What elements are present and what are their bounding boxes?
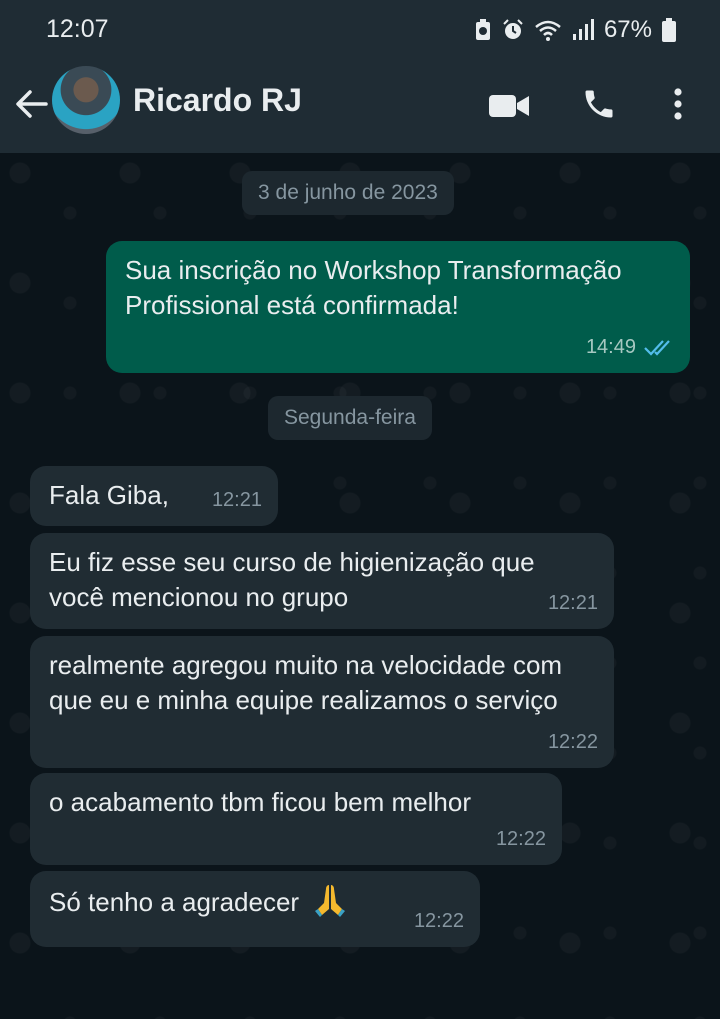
- message-meta: 12:22: [496, 822, 546, 857]
- message-text: realmente agregou muito na velocidade co…: [49, 650, 563, 715]
- date-chip: 3 de junho de 2023: [242, 171, 454, 215]
- double-check-read-icon: [644, 339, 670, 356]
- folded-hands-icon: [314, 883, 346, 926]
- message-bubble-incoming[interactable]: realmente agregou muito na velocidade co…: [30, 636, 614, 768]
- date-chip: Segunda-feira: [268, 396, 432, 440]
- message-time: 12:21: [211, 489, 262, 511]
- message-time: 12:21: [547, 592, 598, 614]
- status-bar: 12:07 67%: [0, 0, 720, 60]
- signal-icon: [572, 19, 594, 40]
- message-text: Só tenho a agradecer: [49, 887, 300, 917]
- message-meta: 12:22: [414, 904, 464, 939]
- status-icons: 67%: [474, 14, 676, 46]
- status-time: 12:07: [46, 15, 109, 43]
- contact-name[interactable]: Ricardo RJ: [133, 82, 302, 119]
- chat-header: Ricardo RJ: [0, 60, 720, 153]
- battery-icon: [662, 18, 676, 42]
- more-vert-icon: [674, 88, 682, 120]
- message-meta: 12:21: [212, 483, 262, 518]
- wifi-icon: [535, 20, 561, 41]
- voice-call-button[interactable]: [575, 80, 623, 128]
- back-button[interactable]: [10, 82, 54, 126]
- message-bubble-incoming[interactable]: o acabamento tbm ficou bem melhor 12:22: [30, 773, 562, 865]
- message-meta: 12:22: [548, 725, 598, 760]
- message-time: 12:22: [547, 731, 598, 753]
- message-meta: 12:21: [548, 586, 598, 621]
- message-time: 12:22: [413, 910, 464, 932]
- message-bubble-incoming[interactable]: Eu fiz esse seu curso de higienização qu…: [30, 533, 614, 629]
- message-bubble-incoming[interactable]: Só tenho a agradecer 12:22: [30, 871, 480, 947]
- message-bubble-outgoing[interactable]: Sua inscrição no Workshop Transformação …: [106, 241, 690, 373]
- message-time: 14:49: [585, 336, 636, 358]
- more-options-button[interactable]: [654, 80, 702, 128]
- message-text: Fala Giba,: [49, 480, 169, 510]
- message-text: Eu fiz esse seu curso de higienização qu…: [49, 547, 535, 612]
- avatar[interactable]: [52, 66, 120, 134]
- video-icon: [489, 95, 529, 117]
- message-text: Sua inscrição no Workshop Transformação …: [125, 255, 622, 320]
- video-call-button[interactable]: [485, 82, 533, 130]
- phone-icon: [585, 90, 613, 118]
- message-bubble-incoming[interactable]: Fala Giba, 12:21: [30, 466, 278, 526]
- message-time: 12:22: [495, 828, 546, 850]
- battery-percent: 67%: [603, 16, 652, 43]
- alarm-icon: [503, 19, 523, 39]
- message-meta: 14:49: [586, 330, 674, 365]
- chat-area[interactable]: 3 de junho de 2023 Sua inscrição no Work…: [0, 153, 720, 1019]
- battery-saver-icon: [475, 19, 490, 40]
- arrow-left-icon: [16, 90, 48, 118]
- message-text: o acabamento tbm ficou bem melhor: [49, 787, 471, 817]
